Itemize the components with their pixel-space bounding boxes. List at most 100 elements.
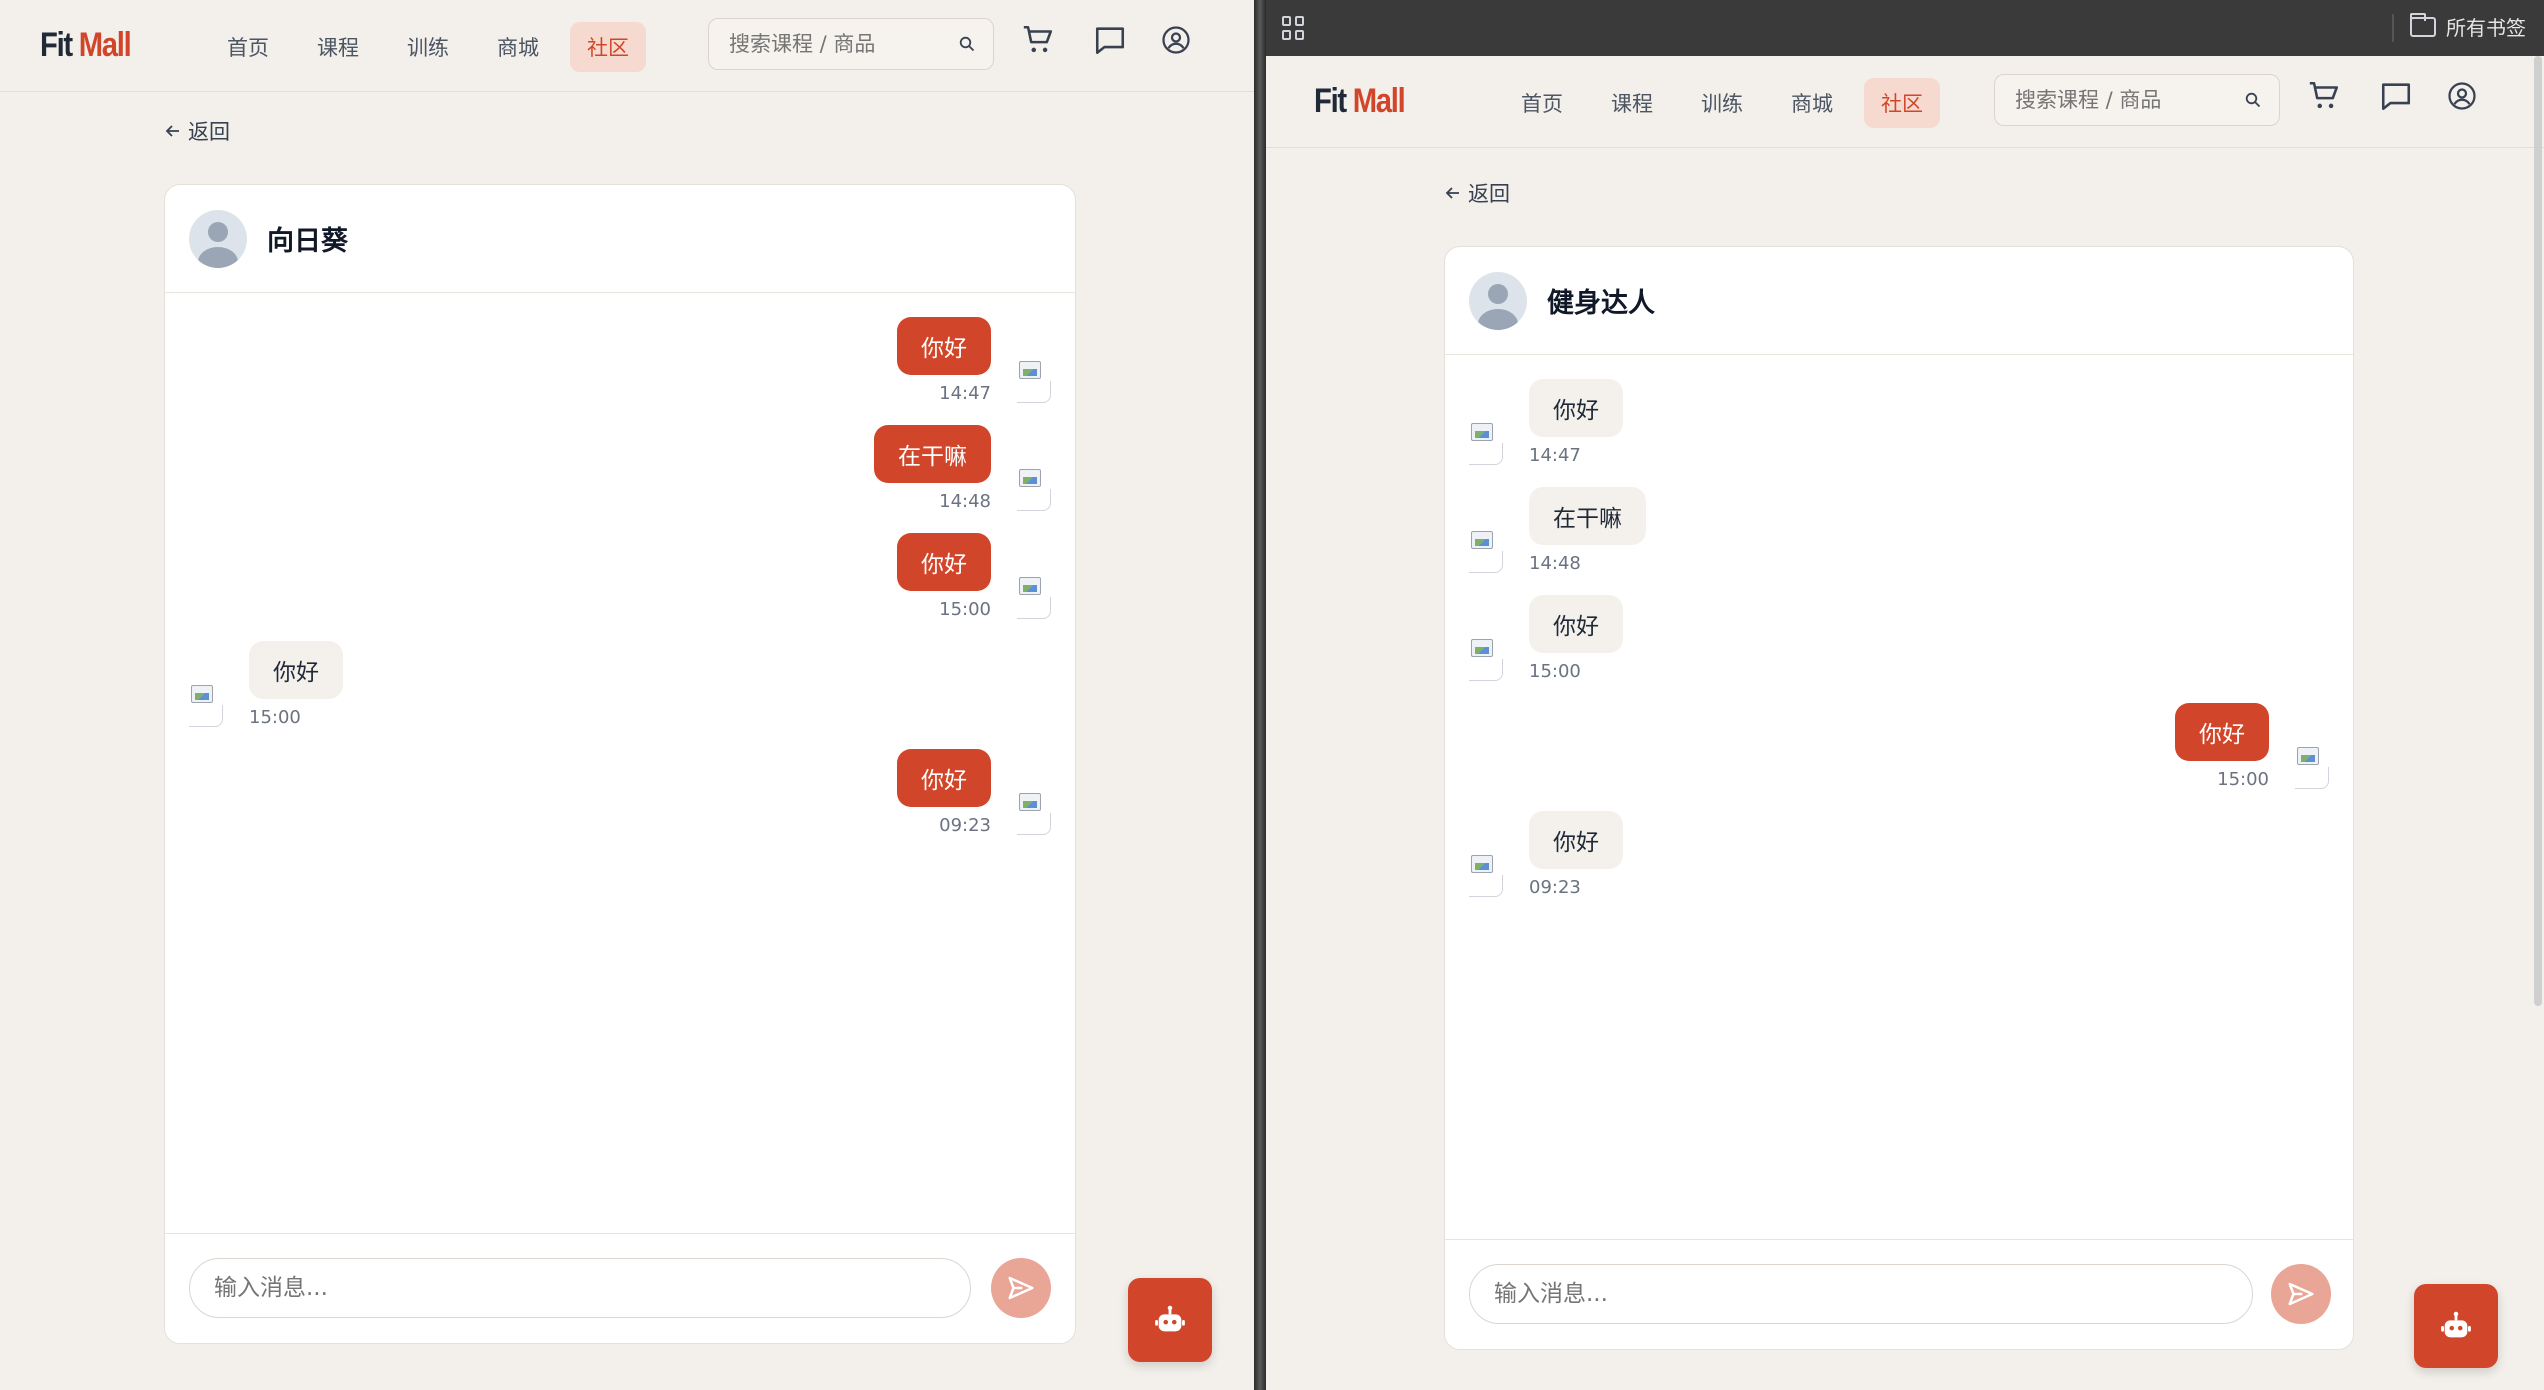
chat-header: 健身达人 xyxy=(1445,247,2353,355)
cart-icon xyxy=(2309,81,2339,109)
message-row: 你好 15:00 xyxy=(1445,703,2353,803)
page-scrollbar[interactable] xyxy=(2534,56,2542,1006)
all-bookmarks-button[interactable]: 所有书签 xyxy=(2410,12,2526,41)
nav-home[interactable]: 首页 xyxy=(1504,78,1580,128)
message-input[interactable] xyxy=(1494,1265,2167,1323)
ai-assistant-button[interactable] xyxy=(1128,1278,1212,1362)
messages-button[interactable] xyxy=(2376,76,2416,116)
message-time: 15:00 xyxy=(249,707,301,728)
sender-avatar xyxy=(1017,793,1051,835)
search-input[interactable] xyxy=(2015,75,2235,125)
message-bubble: 在干嘛 xyxy=(1529,487,1646,545)
composer xyxy=(1445,1239,2353,1349)
nav-training[interactable]: 训练 xyxy=(1684,78,1760,128)
search-box xyxy=(708,18,994,70)
main-nav: 首页 课程 训练 商城 社区 xyxy=(1504,78,1940,128)
nav-courses[interactable]: 课程 xyxy=(300,22,376,72)
robot-icon xyxy=(2441,1311,2471,1338)
sender-avatar xyxy=(1469,531,1503,573)
arrow-left-icon xyxy=(165,125,179,137)
search-icon[interactable] xyxy=(2245,92,2261,108)
back-link[interactable]: 返回 xyxy=(164,116,230,146)
message-bubble: 你好 xyxy=(897,317,991,375)
message-bubble: 你好 xyxy=(249,641,343,699)
send-icon xyxy=(1008,1276,1034,1300)
ai-assistant-button[interactable] xyxy=(2414,1284,2498,1368)
cart-button[interactable] xyxy=(1018,20,1058,60)
logo-fit: Fit xyxy=(40,26,73,64)
send-icon xyxy=(2288,1282,2314,1306)
contact-avatar xyxy=(1469,271,1527,330)
browser-bookmarks-bar: 所有书签 xyxy=(1266,0,2544,56)
message-icon xyxy=(1095,27,1125,55)
logo-fit: Fit xyxy=(1314,82,1347,120)
top-navbar: Fit Mall 首页 课程 训练 商城 社区 xyxy=(1266,56,2544,148)
logo-mall: Mall xyxy=(1352,82,1406,120)
message-time: 09:23 xyxy=(939,815,991,836)
user-icon xyxy=(1162,26,1190,54)
message-time: 15:00 xyxy=(939,599,991,620)
right-window: 所有书签 Fit Mall 首页 课程 训练 商城 社区 返回 xyxy=(1266,0,2544,1390)
contact-name: 向日葵 xyxy=(267,226,348,257)
message-row: 在干嘛 14:48 xyxy=(165,425,1075,525)
sender-avatar xyxy=(1469,423,1503,465)
nav-mall[interactable]: 商城 xyxy=(480,22,556,72)
message-row: 你好 15:00 xyxy=(165,641,1075,741)
logo-mall: Mall xyxy=(78,26,132,64)
all-bookmarks-label: 所有书签 xyxy=(2446,16,2526,40)
sender-avatar xyxy=(1017,469,1051,511)
message-bubble: 在干嘛 xyxy=(874,425,991,483)
cart-button[interactable] xyxy=(2304,76,2344,116)
message-bubble: 你好 xyxy=(1529,379,1623,437)
message-bubble: 你好 xyxy=(897,749,991,807)
nav-courses[interactable]: 课程 xyxy=(1594,78,1670,128)
contact-name: 健身达人 xyxy=(1547,288,1655,319)
sender-avatar xyxy=(1017,361,1051,403)
sender-avatar xyxy=(189,685,223,727)
message-row: 你好 15:00 xyxy=(1445,595,2353,695)
nav-mall[interactable]: 商城 xyxy=(1774,78,1850,128)
message-field xyxy=(1469,1264,2253,1324)
window-divider[interactable] xyxy=(1254,0,1266,1390)
user-icon xyxy=(2448,82,2476,110)
back-link[interactable]: 返回 xyxy=(1444,178,1510,208)
message-time: 14:47 xyxy=(1529,445,1581,466)
search-box xyxy=(1994,74,2280,126)
arrow-left-icon xyxy=(1445,187,1459,199)
profile-button[interactable] xyxy=(2442,76,2482,116)
search-icon[interactable] xyxy=(959,36,975,52)
message-bubble: 你好 xyxy=(897,533,991,591)
nav-home[interactable]: 首页 xyxy=(210,22,286,72)
message-time: 14:48 xyxy=(1529,553,1581,574)
nav-community[interactable]: 社区 xyxy=(1864,78,1940,128)
apps-grid-icon[interactable] xyxy=(1282,16,1306,40)
chat-card: 健身达人 你好 14:47 在干嘛 14:48 你好 15:00 你好 15:0… xyxy=(1444,246,2354,1350)
folder-icon xyxy=(2410,12,2436,37)
search-input[interactable] xyxy=(729,19,949,69)
message-row: 在干嘛 14:48 xyxy=(1445,487,2353,587)
main-nav: 首页 课程 训练 商城 社区 xyxy=(210,22,646,72)
nav-training[interactable]: 训练 xyxy=(390,22,466,72)
message-row: 你好 14:47 xyxy=(1445,379,2353,479)
back-label: 返回 xyxy=(188,120,230,144)
message-row: 你好 14:47 xyxy=(165,317,1075,417)
message-row: 你好 15:00 xyxy=(165,533,1075,633)
top-navbar: Fit Mall 首页 课程 训练 商城 社区 xyxy=(0,0,1254,92)
message-time: 14:47 xyxy=(939,383,991,404)
message-bubble: 你好 xyxy=(1529,811,1623,869)
message-input[interactable] xyxy=(214,1259,885,1317)
composer xyxy=(165,1233,1075,1343)
sender-avatar xyxy=(1469,639,1503,681)
profile-button[interactable] xyxy=(1156,20,1196,60)
message-field xyxy=(189,1258,971,1318)
message-row: 你好 09:23 xyxy=(1445,811,2353,911)
send-button[interactable] xyxy=(2271,1264,2331,1324)
robot-icon xyxy=(1155,1305,1185,1332)
logo[interactable]: Fit Mall xyxy=(1314,82,1406,121)
nav-community[interactable]: 社区 xyxy=(570,22,646,72)
back-label: 返回 xyxy=(1468,182,1510,206)
messages-button[interactable] xyxy=(1090,20,1130,60)
send-button[interactable] xyxy=(991,1258,1051,1318)
logo[interactable]: Fit Mall xyxy=(40,26,132,65)
message-bubble: 你好 xyxy=(2175,703,2269,761)
